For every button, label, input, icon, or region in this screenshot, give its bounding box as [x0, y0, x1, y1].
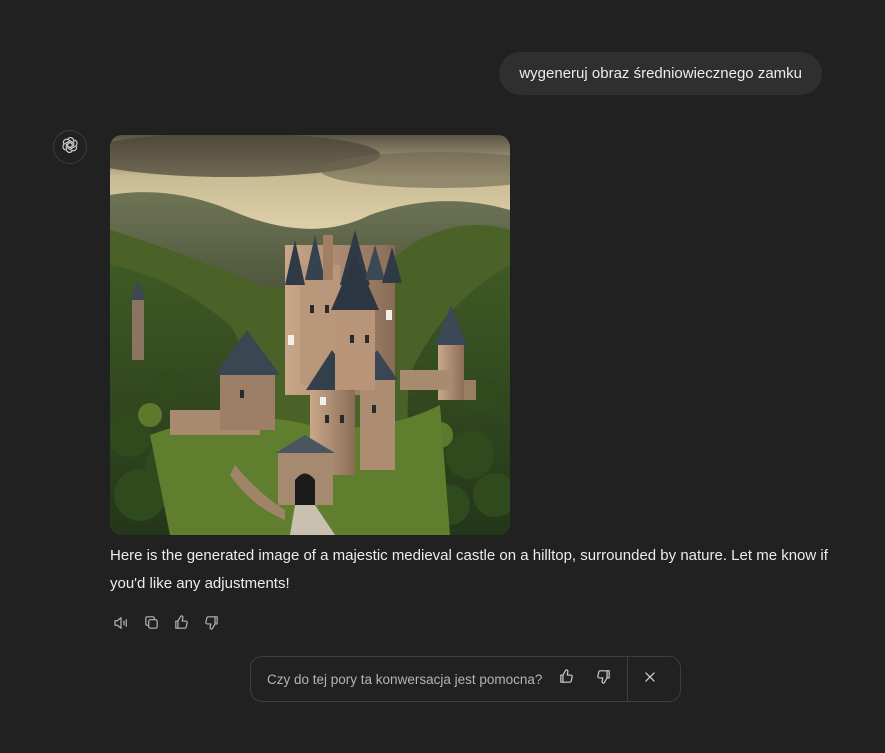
read-aloud-button[interactable]	[110, 613, 132, 637]
feedback-helpful-button[interactable]	[553, 666, 579, 692]
thumbs-up-icon	[173, 614, 190, 636]
assistant-response-text: Here is the generated image of a majesti…	[110, 547, 828, 592]
thumbs-up-icon	[558, 668, 575, 690]
close-icon	[643, 670, 657, 689]
bad-response-button[interactable]	[200, 613, 222, 637]
thumbs-down-icon	[595, 668, 612, 690]
assistant-avatar	[53, 130, 87, 164]
feedback-not-helpful-button[interactable]	[590, 666, 616, 692]
generated-castle-image[interactable]	[110, 135, 510, 535]
good-response-button[interactable]	[170, 613, 192, 637]
feedback-question: Czy do tej pory ta konwersacja jest pomo…	[267, 671, 543, 687]
user-message-text: wygeneruj obraz średniowiecznego zamku	[519, 65, 802, 82]
feedback-close-button[interactable]	[637, 666, 663, 692]
feedback-divider	[627, 657, 629, 701]
message-actions	[110, 613, 222, 637]
feedback-prompt: Czy do tej pory ta konwersacja jest pomo…	[250, 656, 681, 702]
openai-logo-icon	[60, 135, 80, 160]
thumbs-down-icon	[203, 614, 220, 636]
copy-icon	[143, 614, 160, 636]
speaker-icon	[112, 614, 130, 637]
user-message-bubble: wygeneruj obraz średniowiecznego zamku	[499, 52, 822, 95]
copy-button[interactable]	[140, 613, 162, 637]
